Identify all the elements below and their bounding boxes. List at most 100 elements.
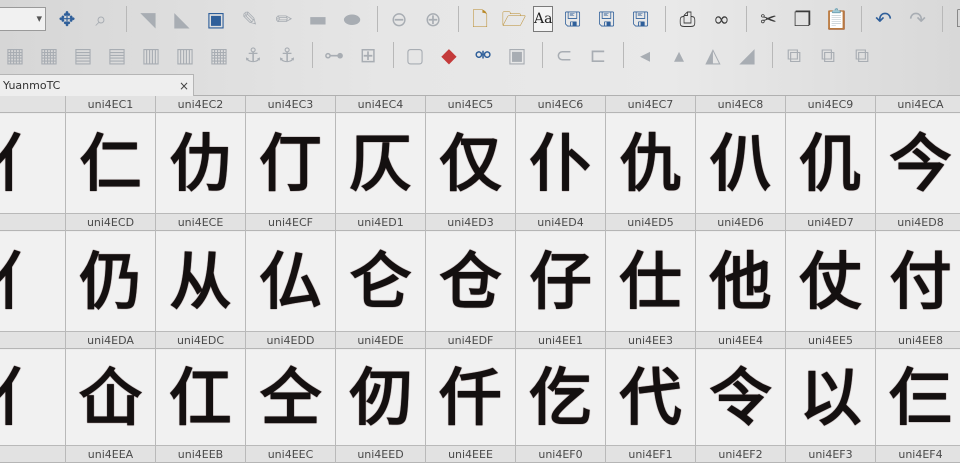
glyph-cell[interactable]: uni4ED5 仕 <box>606 214 695 331</box>
glyph-cell[interactable]: uni4EC9 仉 <box>786 96 875 213</box>
glyph-cell[interactable]: uni4EC4 仄 <box>336 96 425 213</box>
paste-icon[interactable]: 📋 <box>821 5 851 33</box>
boolean-union-icon[interactable]: ⧉ <box>779 41 809 69</box>
glyph-cell[interactable]: uni4EF1 <box>606 446 695 463</box>
glyph-cell[interactable]: uni4EC7 仇 <box>606 96 695 213</box>
glyph-cell[interactable]: uni4ECF 仏 <box>246 214 335 331</box>
pen-icon[interactable]: ✎ <box>235 5 265 33</box>
glyph-cell[interactable]: uni4EE4 令 <box>696 332 785 445</box>
glyph-cell[interactable]: uni4EC8 仈 <box>696 96 785 213</box>
image-icon[interactable]: ▣ <box>201 5 231 33</box>
table2-icon[interactable]: ▦ <box>34 41 64 69</box>
glyph-cell[interactable]: 亻 <box>0 214 65 331</box>
tri-tilt-icon[interactable]: ◭ <box>698 41 728 69</box>
glyph-cell[interactable]: uni4EDA 仚 <box>66 332 155 445</box>
unlink-icon[interactable]: ⚮ <box>468 41 498 69</box>
glyph-icon[interactable]: ▣ <box>502 41 532 69</box>
glyph-cell[interactable]: uni4EC5 仅 <box>426 96 515 213</box>
glyph-cell[interactable]: uni4EEE <box>426 446 515 463</box>
grid-icon[interactable]: ▥ <box>170 41 200 69</box>
glyph-cell[interactable]: 亻 <box>0 96 65 213</box>
path-icon[interactable]: ⊏ <box>583 41 613 69</box>
glyph-cell[interactable]: uni4EC1 仁 <box>66 96 155 213</box>
boolean-subtract-icon[interactable]: ⧉ <box>813 41 843 69</box>
glyph-cell[interactable]: uni4EE3 代 <box>606 332 695 445</box>
glyph-cell[interactable]: uni4EE8 仨 <box>876 332 960 445</box>
eraser-icon[interactable]: ◆ <box>434 41 464 69</box>
arrow-right-icon[interactable]: ⊕ <box>418 5 448 33</box>
glyph-cell[interactable]: uni4EF2 <box>696 446 785 463</box>
glyph-cell[interactable]: uni4EC3 仃 <box>246 96 335 213</box>
glyph-cell[interactable]: uni4ECD 仍 <box>66 214 155 331</box>
hook-icon[interactable]: ⊂ <box>549 41 579 69</box>
clipboard-icon[interactable]: ▢ <box>400 41 430 69</box>
pencil-icon[interactable]: ✏ <box>269 5 299 33</box>
font-button[interactable]: Aa <box>533 6 554 32</box>
glyph-cell[interactable]: uni4ED1 仑 <box>336 214 425 331</box>
glyph-cell[interactable]: uni4ED3 仓 <box>426 214 515 331</box>
glyph-cell[interactable]: uni4EC6 仆 <box>516 96 605 213</box>
glyph-cell[interactable]: uni4EF4 <box>876 446 960 463</box>
glyph-cell[interactable]: uni4ECE 从 <box>156 214 245 331</box>
glyph-cell[interactable]: uni4EDD 仝 <box>246 332 335 445</box>
glyph-cell[interactable]: uni4EDC 仜 <box>156 332 245 445</box>
matrix-icon[interactable]: ⊞ <box>353 41 383 69</box>
tri-right-icon[interactable]: ◢ <box>732 41 762 69</box>
zoom-combo[interactable]: ▾ <box>0 7 46 31</box>
glyph-cell[interactable]: uni4ED4 仔 <box>516 214 605 331</box>
glyph-cell[interactable]: uni4EEA <box>66 446 155 463</box>
node-icon[interactable]: ⊶ <box>319 41 349 69</box>
tri-left-icon[interactable]: ◂ <box>630 41 660 69</box>
print-icon[interactable]: ⎙ <box>672 5 702 33</box>
glyph-name: uni4EDC <box>156 332 245 349</box>
save-icon[interactable]: 🖫 <box>557 5 587 33</box>
table-icon[interactable]: ▦ <box>0 41 30 69</box>
arrow-left-icon[interactable]: ⊖ <box>384 5 414 33</box>
tab-yuanmotc[interactable]: YuanmoTC × <box>0 74 194 96</box>
glyph-preview: 仉 <box>799 126 862 200</box>
glyph-cell[interactable]: uni4EE5 以 <box>786 332 875 445</box>
open-folder-icon[interactable]: 🗁 <box>499 5 529 33</box>
cut-icon[interactable]: ✂ <box>753 5 783 33</box>
glyph-cell[interactable]: uni4EDF 仟 <box>426 332 515 445</box>
glyph-cell[interactable]: uni4EEB <box>156 446 245 463</box>
glyph-cell[interactable]: uni4ECA 今 <box>876 96 960 213</box>
glyph-cell[interactable]: uni4EF3 <box>786 446 875 463</box>
table4-icon[interactable]: ▤ <box>102 41 132 69</box>
glyph-cell[interactable]: uni4ED8 付 <box>876 214 960 331</box>
save-as-icon[interactable]: 🖫 <box>591 5 621 33</box>
redo-icon[interactable]: ↷ <box>902 5 932 33</box>
triangle-icon[interactable]: ◥ <box>133 5 163 33</box>
page-icon[interactable]: 🗋 <box>949 5 960 33</box>
glyph-cell[interactable]: uni4EED <box>336 446 425 463</box>
flag-icon[interactable]: ◣ <box>167 5 197 33</box>
grid2-icon[interactable]: ▦ <box>204 41 234 69</box>
glyph-cell[interactable]: uni4EE1 仡 <box>516 332 605 445</box>
table3-icon[interactable]: ▤ <box>68 41 98 69</box>
glyph-cell[interactable]: uni4EDE 仞 <box>336 332 425 445</box>
tri-up-icon[interactable]: ▴ <box>664 41 694 69</box>
boolean-intersect-icon[interactable]: ⧉ <box>847 41 877 69</box>
undo-icon[interactable]: ↶ <box>868 5 898 33</box>
anchor-add-icon[interactable]: ⚓ <box>272 41 302 69</box>
anchor-icon[interactable]: ⚓ <box>238 41 268 69</box>
table5-icon[interactable]: ▥ <box>136 41 166 69</box>
save-all-icon[interactable]: 🖫 <box>625 5 655 33</box>
magnify-icon[interactable]: ⌕ <box>86 5 116 33</box>
glyph-name: uni4EDF <box>426 332 515 349</box>
glyph-cell[interactable]: 亻 <box>0 332 65 445</box>
glyph-cell[interactable]: uni4EC2 仂 <box>156 96 245 213</box>
ellipse-icon[interactable]: ⬬ <box>337 5 367 33</box>
glyph-cell[interactable]: uni4EF0 <box>516 446 605 463</box>
copy-icon[interactable]: ❐ <box>787 5 817 33</box>
glyph-cell[interactable]: uni4ED7 仗 <box>786 214 875 331</box>
binoculars-icon[interactable]: ∞ <box>706 5 736 33</box>
glyph-cell[interactable]: uni4EEC <box>246 446 335 463</box>
new-file-icon[interactable]: 🗋 <box>465 5 495 33</box>
glyph-cell[interactable] <box>0 446 65 463</box>
close-icon[interactable]: × <box>179 79 189 93</box>
rect-icon[interactable]: ▬ <box>303 5 333 33</box>
chevron-down-icon[interactable]: ▾ <box>36 12 42 25</box>
glyph-cell[interactable]: uni4ED6 他 <box>696 214 785 331</box>
move-icon[interactable]: ✥ <box>52 5 82 33</box>
